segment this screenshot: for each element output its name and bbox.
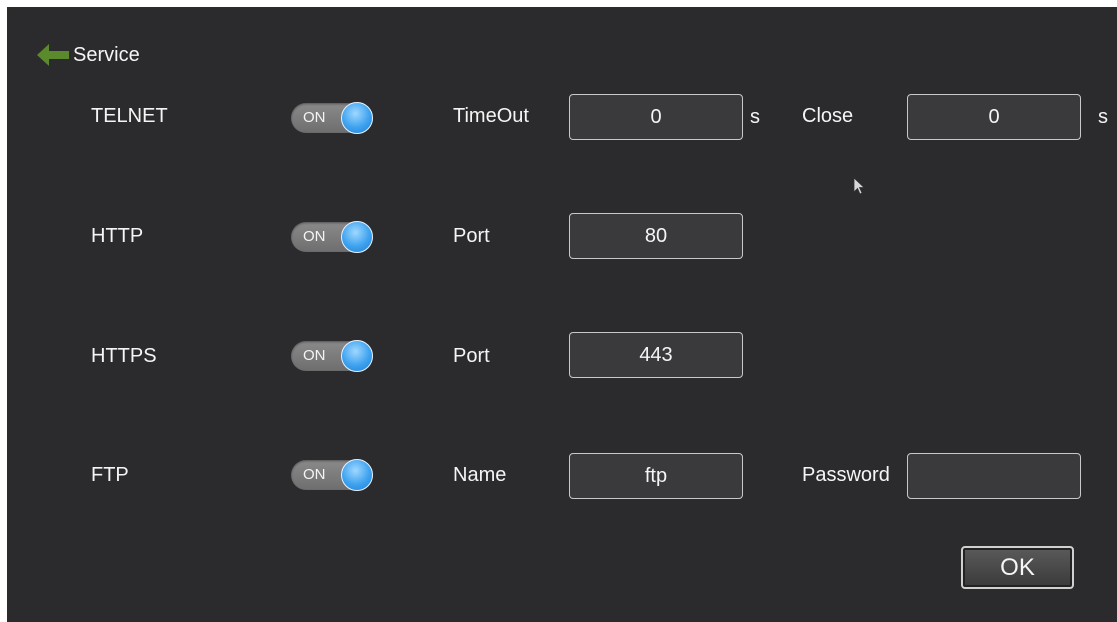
toggle-state-label: ON: [303, 466, 326, 483]
ftp-label: FTP: [91, 464, 129, 486]
telnet-toggle[interactable]: ON: [291, 102, 377, 134]
close-unit: s: [1098, 106, 1108, 128]
toggle-state-label: ON: [303, 347, 326, 364]
http-toggle[interactable]: ON: [291, 221, 377, 253]
https-port-label: Port: [453, 345, 490, 367]
http-port-label: Port: [453, 225, 490, 247]
telnet-close-input[interactable]: [907, 94, 1081, 140]
http-port-input[interactable]: [569, 213, 743, 259]
toggle-knob: [341, 221, 373, 253]
page-title: Service: [73, 43, 140, 66]
back-arrow-icon: [37, 44, 69, 66]
toggle-knob: [341, 459, 373, 491]
ftp-toggle[interactable]: ON: [291, 459, 377, 491]
back-to-service-button[interactable]: Service: [35, 41, 140, 69]
telnet-label: TELNET: [91, 105, 168, 127]
https-toggle[interactable]: ON: [291, 340, 377, 372]
toggle-knob: [341, 102, 373, 134]
ftp-name-label: Name: [453, 464, 507, 486]
timeout-label: TimeOut: [453, 105, 529, 127]
close-label: Close: [802, 105, 854, 127]
https-label: HTTPS: [91, 345, 157, 367]
ftp-password-input[interactable]: [907, 453, 1081, 499]
toggle-state-label: ON: [303, 228, 326, 245]
https-port-input[interactable]: [569, 332, 743, 378]
http-label: HTTP: [91, 225, 144, 247]
service-settings-panel: Service TELNET ON TimeOut s Close s HTTP…: [7, 7, 1117, 622]
ok-button[interactable]: OK: [961, 546, 1074, 589]
ftp-password-label: Password: [802, 464, 890, 486]
telnet-timeout-input[interactable]: [569, 94, 743, 140]
toggle-state-label: ON: [303, 109, 326, 126]
mouse-cursor-icon: [853, 177, 866, 195]
timeout-unit: s: [750, 106, 760, 128]
toggle-knob: [341, 340, 373, 372]
ftp-name-input[interactable]: [569, 453, 743, 499]
